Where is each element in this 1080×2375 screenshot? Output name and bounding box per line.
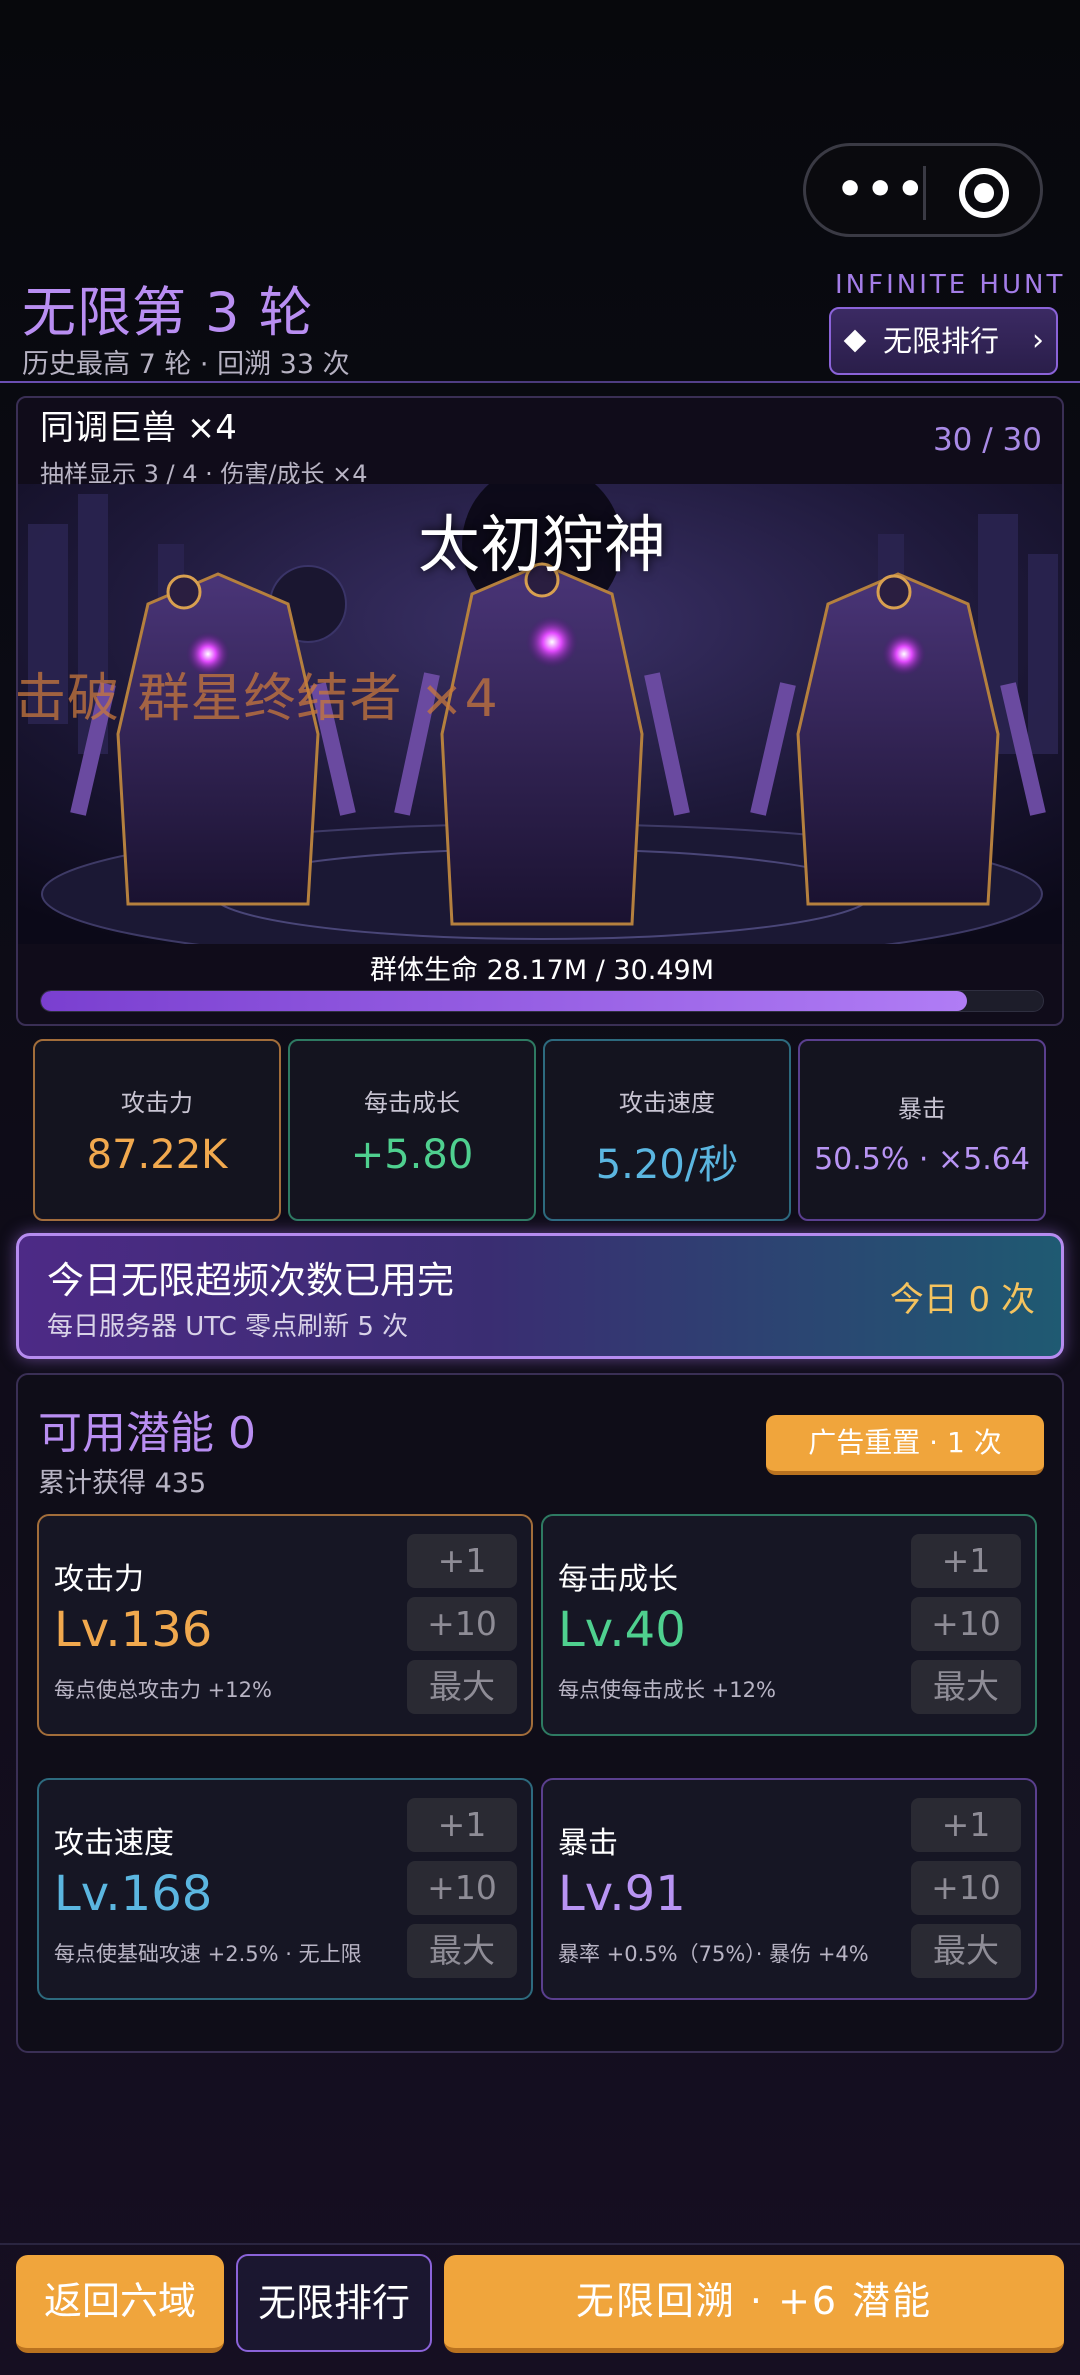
plus10-button[interactable]: +10 bbox=[911, 1597, 1021, 1651]
overclock-title: 今日无限超频次数已用完 bbox=[47, 1259, 454, 1302]
chevron-right-icon: › bbox=[1032, 323, 1044, 358]
potential-desc: 暴率 +0.5%（75%）· 暴伤 +4% bbox=[558, 1942, 869, 1966]
potential-card-growth: 每击成长 Lv.40 每点使每击成长 +12% +1 +10 最大 bbox=[541, 1514, 1037, 1736]
potential-desc: 每点使总攻击力 +12% bbox=[54, 1678, 272, 1702]
history-summary: 历史最高 7 轮 · 回溯 33 次 bbox=[22, 349, 350, 380]
plus10-button[interactable]: +10 bbox=[407, 1597, 517, 1651]
close-target-icon[interactable] bbox=[959, 168, 1009, 218]
stat-growth-label: 每击成长 bbox=[364, 1089, 460, 1117]
max-button[interactable]: 最大 bbox=[911, 1660, 1021, 1714]
hp-text: 群体生命 28.17M / 30.49M bbox=[369, 955, 715, 986]
stat-speed: 攻击速度 5.20/秒 bbox=[543, 1039, 791, 1221]
overclock-banner[interactable]: 今日无限超频次数已用完 每日服务器 UTC 零点刷新 5 次 今日 0 次 bbox=[16, 1233, 1064, 1359]
ad-reset-button[interactable]: 广告重置 · 1 次 bbox=[766, 1415, 1044, 1475]
stat-attack-label: 攻击力 bbox=[121, 1089, 193, 1117]
potential-name: 暴击 bbox=[558, 1826, 618, 1861]
potential-name: 每击成长 bbox=[558, 1562, 678, 1597]
stat-attack: 攻击力 87.22K bbox=[33, 1039, 281, 1221]
potential-name: 攻击力 bbox=[54, 1562, 144, 1597]
plus10-button[interactable]: +10 bbox=[911, 1861, 1021, 1915]
header-divider bbox=[0, 381, 1080, 383]
plus10-button[interactable]: +10 bbox=[407, 1861, 517, 1915]
bottom-divider bbox=[0, 2243, 1080, 2245]
infinite-retro-button[interactable]: 无限回溯 · +6 潜能 bbox=[444, 2255, 1064, 2353]
max-button[interactable]: 最大 bbox=[407, 1924, 517, 1978]
potential-card-speed: 攻击速度 Lv.168 每点使基础攻速 +2.5% · 无上限 +1 +10 最… bbox=[37, 1778, 533, 2000]
hp-bar-fill bbox=[41, 991, 967, 1011]
hp-bar bbox=[40, 990, 1044, 1012]
potential-card-crit: 暴击 Lv.91 暴率 +0.5%（75%）· 暴伤 +4% +1 +10 最大 bbox=[541, 1778, 1037, 2000]
infinite-rank-top-label: 无限排行 bbox=[883, 324, 1000, 358]
infinite-rank-button[interactable]: 无限排行 bbox=[236, 2254, 432, 2352]
stat-growth-value: +5.80 bbox=[350, 1132, 474, 1178]
plus1-button[interactable]: +1 bbox=[407, 1534, 517, 1588]
capsule-divider bbox=[923, 166, 926, 220]
plus1-button[interactable]: +1 bbox=[911, 1798, 1021, 1852]
potential-name: 攻击速度 bbox=[54, 1826, 174, 1861]
boss-card: 同调巨兽 ×4 抽样显示 3 / 4 · 伤害/成长 ×4 30 / 30 太初… bbox=[16, 396, 1064, 1026]
mini-program-capsule: ••• bbox=[803, 143, 1043, 237]
stat-speed-value: 5.20/秒 bbox=[595, 1142, 739, 1188]
potential-title: 可用潜能 0 bbox=[38, 1408, 256, 1459]
stat-crit: 暴击 50.5% · ×5.64 bbox=[798, 1039, 1046, 1221]
stat-growth: 每击成长 +5.80 bbox=[288, 1039, 536, 1221]
brand-label: INFINITE HUNT bbox=[835, 270, 1066, 300]
potential-level: Lv.40 bbox=[558, 1602, 686, 1658]
potential-level: Lv.136 bbox=[54, 1602, 213, 1658]
stat-attack-value: 87.22K bbox=[86, 1132, 228, 1178]
back-to-six-domains-button[interactable]: 返回六域 bbox=[16, 2255, 224, 2353]
stat-crit-label: 暴击 bbox=[898, 1095, 946, 1123]
boss-sample-info: 抽样显示 3 / 4 · 伤害/成长 ×4 bbox=[40, 460, 368, 488]
max-button[interactable]: 最大 bbox=[911, 1924, 1021, 1978]
diamond-icon bbox=[843, 329, 867, 353]
potential-desc: 每点使基础攻速 +2.5% · 无上限 bbox=[54, 1942, 362, 1966]
potential-level: Lv.168 bbox=[54, 1866, 213, 1922]
potential-level: Lv.91 bbox=[558, 1866, 686, 1922]
plus1-button[interactable]: +1 bbox=[407, 1798, 517, 1852]
stat-crit-value: 50.5% · ×5.64 bbox=[814, 1142, 1030, 1177]
potential-panel: 可用潜能 0 累计获得 435 广告重置 · 1 次 攻击力 Lv.136 每点… bbox=[16, 1373, 1064, 2053]
boss-title: 太初狩神 bbox=[417, 508, 666, 581]
boss-counter: 30 / 30 bbox=[932, 422, 1042, 458]
round-title: 无限第 3 轮 bbox=[22, 281, 314, 344]
max-button[interactable]: 最大 bbox=[407, 1660, 517, 1714]
defeat-floating-text: 击破 群星终结者 ×4 bbox=[16, 669, 499, 729]
infinite-rank-top-button[interactable]: 无限排行 › bbox=[829, 307, 1058, 375]
potential-card-attack: 攻击力 Lv.136 每点使总攻击力 +12% +1 +10 最大 bbox=[37, 1514, 533, 1736]
overclock-today-count: 今日 0 次 bbox=[889, 1280, 1035, 1320]
boss-group-name: 同调巨兽 ×4 bbox=[40, 408, 237, 448]
more-menu-icon[interactable]: ••• bbox=[836, 168, 924, 212]
potential-total: 累计获得 435 bbox=[38, 1468, 207, 1499]
overclock-subtitle: 每日服务器 UTC 零点刷新 5 次 bbox=[47, 1312, 409, 1342]
potential-desc: 每点使每击成长 +12% bbox=[558, 1678, 776, 1702]
stat-speed-label: 攻击速度 bbox=[619, 1089, 715, 1117]
plus1-button[interactable]: +1 bbox=[911, 1534, 1021, 1588]
